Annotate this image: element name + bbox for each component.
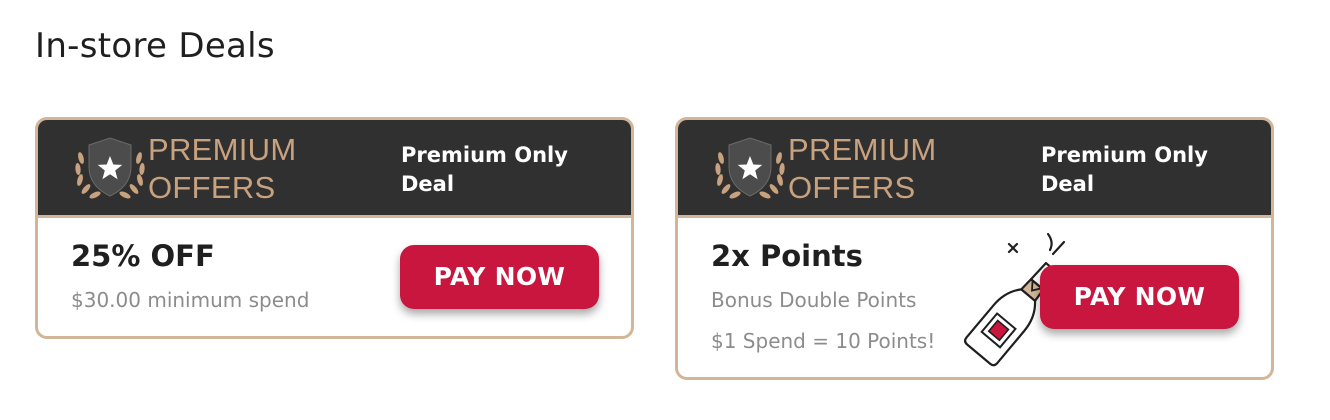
page-title: In-store Deals — [35, 26, 275, 66]
premium-only-tag: Premium Only Deal — [1041, 143, 1208, 196]
premium-only-tag: Premium Only Deal — [401, 143, 568, 196]
pay-now-button[interactable]: PAY NOW — [400, 245, 599, 309]
shield-star-laurel-icon — [75, 137, 145, 199]
premium-offers-label: PREMIUM OFFERS — [148, 132, 297, 205]
pay-now-button[interactable]: PAY NOW — [1040, 265, 1239, 329]
shield-star-laurel-icon — [715, 137, 785, 199]
deal-card-header: PREMIUM OFFERS Premium Only Deal — [38, 120, 631, 218]
deal-card-points: PREMIUM OFFERS Premium Only Deal 2x Poin… — [675, 117, 1274, 380]
deal-card-discount: PREMIUM OFFERS Premium Only Deal 25% OFF… — [35, 117, 634, 339]
deal-title: 25% OFF — [71, 239, 215, 273]
deal-title: 2x Points — [711, 239, 863, 273]
deal-card-header: PREMIUM OFFERS Premium Only Deal — [678, 120, 1271, 218]
premium-offers-label: PREMIUM OFFERS — [788, 132, 937, 205]
deal-detail: $1 Spend = 10 Points! — [711, 329, 936, 353]
deal-subtitle: Bonus Double Points — [711, 288, 917, 312]
deal-subtitle: $30.00 minimum spend — [71, 288, 310, 312]
